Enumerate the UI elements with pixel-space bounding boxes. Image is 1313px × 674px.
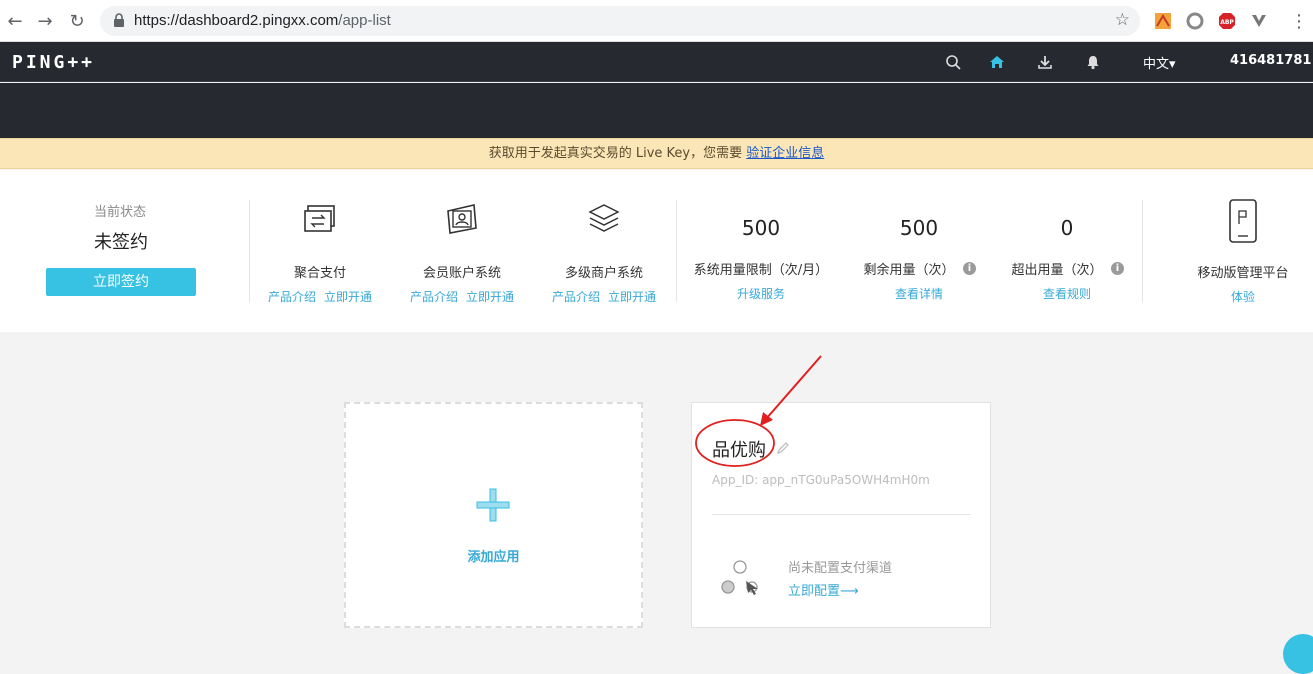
upgrade-service-link[interactable]: 升级服务 xyxy=(686,285,836,302)
logo[interactable]: PING++ xyxy=(12,52,95,73)
metric-exceeded: 0 超出用量（次） 查看规则 xyxy=(982,216,1132,302)
browser-toolbar: ← → ↻ https://dashboard2.pingxx.com/app-… xyxy=(0,0,1313,42)
reload-icon[interactable]: ↻ xyxy=(64,8,90,34)
svg-text:ABP: ABP xyxy=(1220,19,1234,26)
app-id: App_ID: app_nTG0uPa5OWH4mH0m xyxy=(712,473,930,487)
product-name: 多级商户系统 xyxy=(564,266,643,281)
plus-icon xyxy=(476,488,510,522)
download-icon[interactable] xyxy=(1037,54,1053,70)
info-icon[interactable]: i xyxy=(963,262,976,275)
verify-company-link[interactable]: 验证企业信息 xyxy=(746,146,824,161)
app-name[interactable]: 品优购 xyxy=(712,436,766,462)
home-icon[interactable] xyxy=(989,54,1005,70)
mobile-platform: 移动版管理平台 体验 xyxy=(1183,198,1303,305)
metric-label: 剩余用量（次） xyxy=(863,263,955,278)
product-aggregate-pay: 聚合支付 产品介绍 立即开通 xyxy=(250,202,390,305)
metric-label: 超出用量（次） xyxy=(1011,263,1103,278)
info-icon[interactable]: i xyxy=(1111,262,1124,275)
mobile-platform-name: 移动版管理平台 xyxy=(1197,266,1289,281)
adblock-icon[interactable]: ABP xyxy=(1218,12,1236,30)
product-intro-link[interactable]: 产品介绍 xyxy=(552,290,600,304)
product-open-link[interactable]: 立即开通 xyxy=(608,290,656,304)
product-open-link[interactable]: 立即开通 xyxy=(324,290,372,304)
divider xyxy=(1142,200,1143,302)
configure-now-link[interactable]: 立即配置⟶ xyxy=(788,580,859,599)
language-selector[interactable]: 中文▾ xyxy=(1143,53,1176,72)
add-app-card[interactable]: 添加应用 xyxy=(344,402,643,628)
product-name: 聚合支付 xyxy=(293,266,346,281)
status-label: 当前状态 xyxy=(94,205,147,220)
app-header: PING++ 中文▾ 416481781 xyxy=(0,42,1313,82)
try-mobile-link[interactable]: 体验 xyxy=(1183,288,1303,305)
bookmark-star-icon[interactable]: ☆ xyxy=(1115,10,1130,30)
search-icon[interactable] xyxy=(945,54,961,70)
view-rules-link[interactable]: 查看规则 xyxy=(1002,285,1132,302)
metric-value: 0 xyxy=(1060,216,1074,240)
user-account[interactable]: 416481781 xyxy=(1230,53,1311,68)
notice-text: 获取用于发起真实交易的 Live Key，您需要 xyxy=(488,146,743,161)
view-details-link[interactable]: 查看详情 xyxy=(854,285,984,302)
metric-value: 500 xyxy=(741,216,781,240)
metric-label: 系统用量限制（次/月） xyxy=(693,263,829,278)
sign-now-button[interactable]: 立即签约 xyxy=(46,268,196,296)
help-button[interactable] xyxy=(1283,634,1313,674)
product-multi-merchant: 多级商户系统 产品介绍 立即开通 xyxy=(534,202,674,305)
v-extension-icon[interactable] xyxy=(1250,12,1268,30)
url-text: https://dashboard2.pingxx.com/app-list xyxy=(134,12,391,29)
product-intro-link[interactable]: 产品介绍 xyxy=(410,290,458,304)
product-member-account: 会员账户系统 产品介绍 立即开通 xyxy=(392,202,532,305)
status-panel: 当前状态 未签约 立即签约 聚合支付 产品介绍 立即开通 会员账户系统 产品介绍立… xyxy=(0,170,1313,332)
product-intro-link[interactable]: 产品介绍 xyxy=(268,290,316,304)
browser-menu-icon[interactable]: ⋮ xyxy=(1286,8,1312,34)
notice-banner: 获取用于发起真实交易的 Live Key，您需要 验证企业信息 xyxy=(0,138,1313,169)
lock-icon xyxy=(114,13,124,27)
metric-remaining: 500 剩余用量（次） 查看详情 xyxy=(834,216,984,302)
metric-system-limit: 500 系统用量限制（次/月） 升级服务 xyxy=(686,216,836,302)
payment-channel-status: 尚未配置支付渠道 xyxy=(788,561,893,576)
add-app-label: 添加应用 xyxy=(467,550,520,565)
payment-channel-icon xyxy=(721,560,758,595)
multi-merchant-icon xyxy=(588,204,620,232)
product-open-link[interactable]: 立即开通 xyxy=(466,290,514,304)
aggregate-pay-icon xyxy=(304,205,335,232)
app-card[interactable]: 品优购 App_ID: app_nTG0uPa5OWH4mH0m 尚未配置支付渠… xyxy=(691,402,991,628)
wayback-icon[interactable] xyxy=(1154,12,1172,30)
bell-icon[interactable] xyxy=(1085,54,1101,70)
divider xyxy=(676,200,677,302)
divider xyxy=(712,514,971,515)
edit-pencil-icon[interactable] xyxy=(776,441,790,455)
product-name: 会员账户系统 xyxy=(422,266,501,281)
header-subbar xyxy=(0,83,1313,138)
forward-icon[interactable]: → xyxy=(32,8,58,34)
status-value: 未签约 xyxy=(94,232,148,253)
member-account-icon xyxy=(447,204,477,234)
mobile-phone-icon xyxy=(1229,199,1257,243)
metric-value: 500 xyxy=(899,216,939,240)
back-icon[interactable]: ← xyxy=(2,8,28,34)
circle-extension-icon[interactable] xyxy=(1186,12,1204,30)
address-bar[interactable]: https://dashboard2.pingxx.com/app-list ☆ xyxy=(100,6,1140,36)
